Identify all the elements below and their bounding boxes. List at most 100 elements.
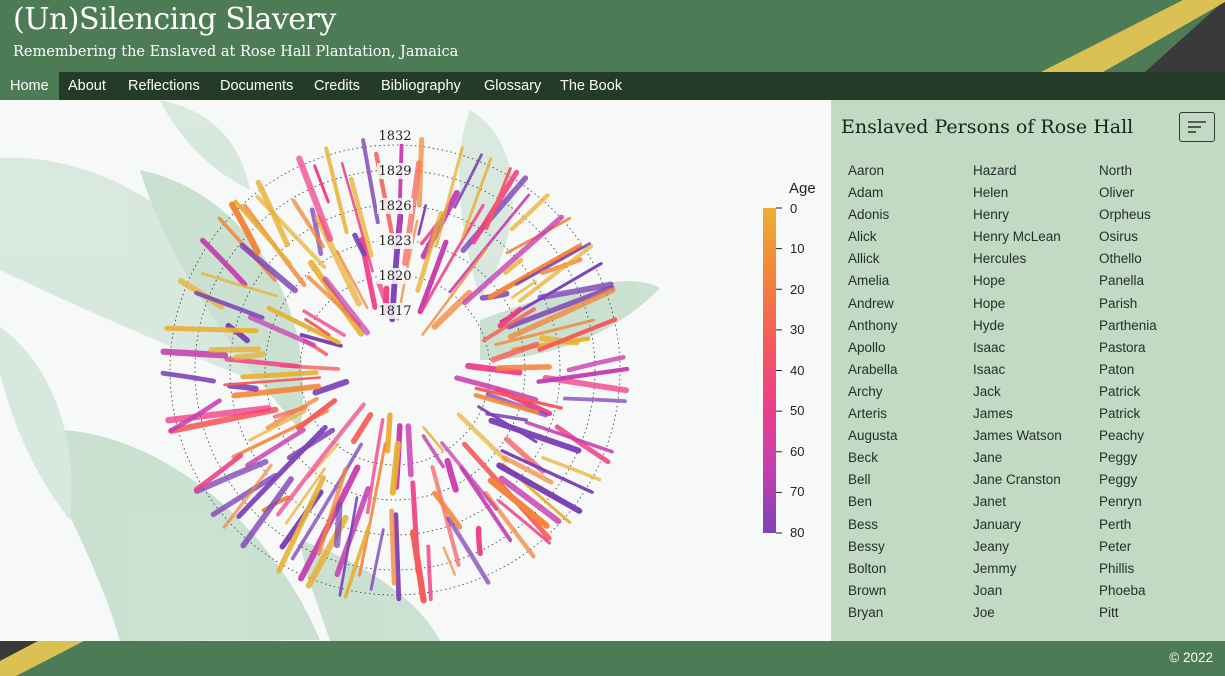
person-name[interactable]: Hope bbox=[973, 270, 1093, 292]
life-strand[interactable] bbox=[509, 193, 550, 232]
person-name[interactable]: Henry bbox=[973, 204, 1093, 226]
nav-glossary[interactable]: Glossary bbox=[484, 72, 541, 100]
life-strand[interactable] bbox=[417, 204, 427, 236]
nav-reflections[interactable]: Reflections bbox=[128, 72, 200, 100]
person-name[interactable]: Adam bbox=[848, 182, 968, 204]
nav-home[interactable]: Home bbox=[0, 72, 59, 100]
nav-credits[interactable]: Credits bbox=[314, 72, 360, 100]
life-strand[interactable] bbox=[475, 525, 483, 557]
life-strand[interactable] bbox=[536, 366, 630, 384]
person-name[interactable]: Penryn bbox=[1099, 491, 1219, 513]
person-name[interactable]: Beck bbox=[848, 447, 968, 469]
person-name[interactable]: Patrick bbox=[1099, 381, 1219, 403]
person-name[interactable]: Alick bbox=[848, 226, 968, 248]
person-name[interactable]: Pastora bbox=[1099, 337, 1219, 359]
life-strand[interactable] bbox=[160, 370, 216, 384]
person-name[interactable]: Jemmy bbox=[973, 558, 1093, 580]
person-name[interactable]: Jeany bbox=[973, 536, 1093, 558]
person-name[interactable]: Hope bbox=[973, 293, 1093, 315]
person-name[interactable]: Joan bbox=[973, 580, 1093, 602]
person-name[interactable]: Oliver bbox=[1099, 182, 1219, 204]
person-name[interactable]: Orpheus bbox=[1099, 204, 1219, 226]
nav-about[interactable]: About bbox=[68, 72, 106, 100]
person-name[interactable]: Panella bbox=[1099, 270, 1219, 292]
life-strand[interactable] bbox=[384, 412, 393, 454]
nav-documents[interactable]: Documents bbox=[220, 72, 293, 100]
life-strand[interactable] bbox=[562, 396, 627, 403]
person-name[interactable]: Paton bbox=[1099, 359, 1219, 381]
names-list[interactable]: Aaron Adam Adonis Alick Allick Amelia Andrew An… bbox=[848, 160, 1223, 641]
person-name[interactable]: Helen bbox=[973, 182, 1093, 204]
person-name[interactable]: North bbox=[1099, 160, 1219, 182]
person-name[interactable]: Anthony bbox=[848, 315, 968, 337]
life-strand[interactable] bbox=[208, 346, 262, 353]
life-strand[interactable] bbox=[322, 276, 370, 336]
person-name[interactable]: Bessy bbox=[848, 536, 968, 558]
person-name[interactable]: Augusta bbox=[848, 425, 968, 447]
person-name[interactable]: Janet bbox=[973, 491, 1093, 513]
person-name[interactable]: Othello bbox=[1099, 248, 1219, 270]
nav-the-book[interactable]: The Book bbox=[560, 72, 622, 100]
nav-bibliography[interactable]: Bibliography bbox=[381, 72, 461, 100]
life-strand[interactable] bbox=[333, 501, 343, 549]
person-name[interactable]: Parish bbox=[1099, 293, 1219, 315]
person-name[interactable]: Isaac bbox=[973, 337, 1093, 359]
life-strand[interactable] bbox=[495, 364, 552, 371]
life-strand[interactable] bbox=[350, 412, 374, 445]
person-name[interactable]: Archy bbox=[848, 381, 968, 403]
person-name[interactable]: Apollo bbox=[848, 337, 968, 359]
person-name[interactable]: Isaac bbox=[973, 359, 1093, 381]
person-name[interactable]: Peggy bbox=[1099, 447, 1219, 469]
person-name[interactable]: January bbox=[973, 514, 1093, 536]
life-strand[interactable] bbox=[426, 544, 433, 602]
person-name[interactable]: Peter bbox=[1099, 536, 1219, 558]
person-name[interactable]: Hercules bbox=[973, 248, 1093, 270]
person-name[interactable]: Adonis bbox=[848, 204, 968, 226]
person-name[interactable]: Arabella bbox=[848, 359, 968, 381]
person-name[interactable]: Pitt bbox=[1099, 602, 1219, 624]
person-name[interactable]: Hyde bbox=[973, 315, 1093, 337]
radial-chart[interactable]: 1832 1829 1826 1823 1820 1817 bbox=[0, 100, 830, 641]
life-strand[interactable] bbox=[566, 355, 626, 373]
person-name[interactable]: Allick bbox=[848, 248, 968, 270]
person-name[interactable]: Hazard bbox=[973, 160, 1093, 182]
person-name[interactable]: Amelia bbox=[848, 270, 968, 292]
life-strand[interactable] bbox=[416, 136, 425, 208]
person-name[interactable]: Bess bbox=[848, 514, 968, 536]
radial-life-visualization[interactable]: 1832 1829 1826 1823 1820 1817 Age 0 10 20 30 … bbox=[0, 100, 830, 641]
life-strand[interactable] bbox=[226, 382, 259, 392]
person-name[interactable]: James bbox=[973, 403, 1093, 425]
person-name[interactable]: Jane Cranston bbox=[973, 469, 1093, 491]
person-name[interactable]: James Watson bbox=[973, 425, 1093, 447]
person-name[interactable]: Peachy bbox=[1099, 425, 1219, 447]
life-strand[interactable] bbox=[444, 458, 459, 493]
person-name[interactable]: Parthenia bbox=[1099, 315, 1219, 337]
person-name[interactable]: Jack bbox=[973, 381, 1093, 403]
site-title[interactable]: (Un)Silencing Slavery bbox=[13, 2, 336, 37]
person-name[interactable]: Phoeba bbox=[1099, 580, 1219, 602]
person-name[interactable]: Patrick bbox=[1099, 403, 1219, 425]
person-name[interactable]: Bell bbox=[848, 469, 968, 491]
life-strand[interactable] bbox=[164, 325, 259, 334]
life-strand[interactable] bbox=[324, 146, 349, 235]
person-name[interactable]: Perth bbox=[1099, 514, 1219, 536]
life-strand[interactable] bbox=[389, 508, 397, 586]
person-name[interactable]: Phillis bbox=[1099, 558, 1219, 580]
life-strand[interactable] bbox=[405, 423, 414, 478]
sort-button[interactable] bbox=[1179, 112, 1215, 142]
person-name[interactable]: Osirus bbox=[1099, 226, 1219, 248]
life-strand[interactable] bbox=[393, 512, 402, 602]
person-name[interactable]: Joe bbox=[973, 602, 1093, 624]
person-name[interactable]: Arteris bbox=[848, 403, 968, 425]
person-name[interactable]: Andrew bbox=[848, 293, 968, 315]
person-name[interactable]: Jane bbox=[973, 447, 1093, 469]
life-strand[interactable] bbox=[233, 351, 266, 361]
person-name[interactable]: Aaron bbox=[848, 160, 968, 182]
person-name[interactable]: Peggy bbox=[1099, 469, 1219, 491]
life-strand[interactable] bbox=[541, 456, 602, 482]
person-name[interactable]: Bryan bbox=[848, 602, 968, 624]
life-strand[interactable] bbox=[340, 162, 374, 273]
person-name[interactable]: Ben bbox=[848, 491, 968, 513]
person-name[interactable]: Henry McLean bbox=[973, 226, 1093, 248]
person-name[interactable]: Brown bbox=[848, 580, 968, 602]
